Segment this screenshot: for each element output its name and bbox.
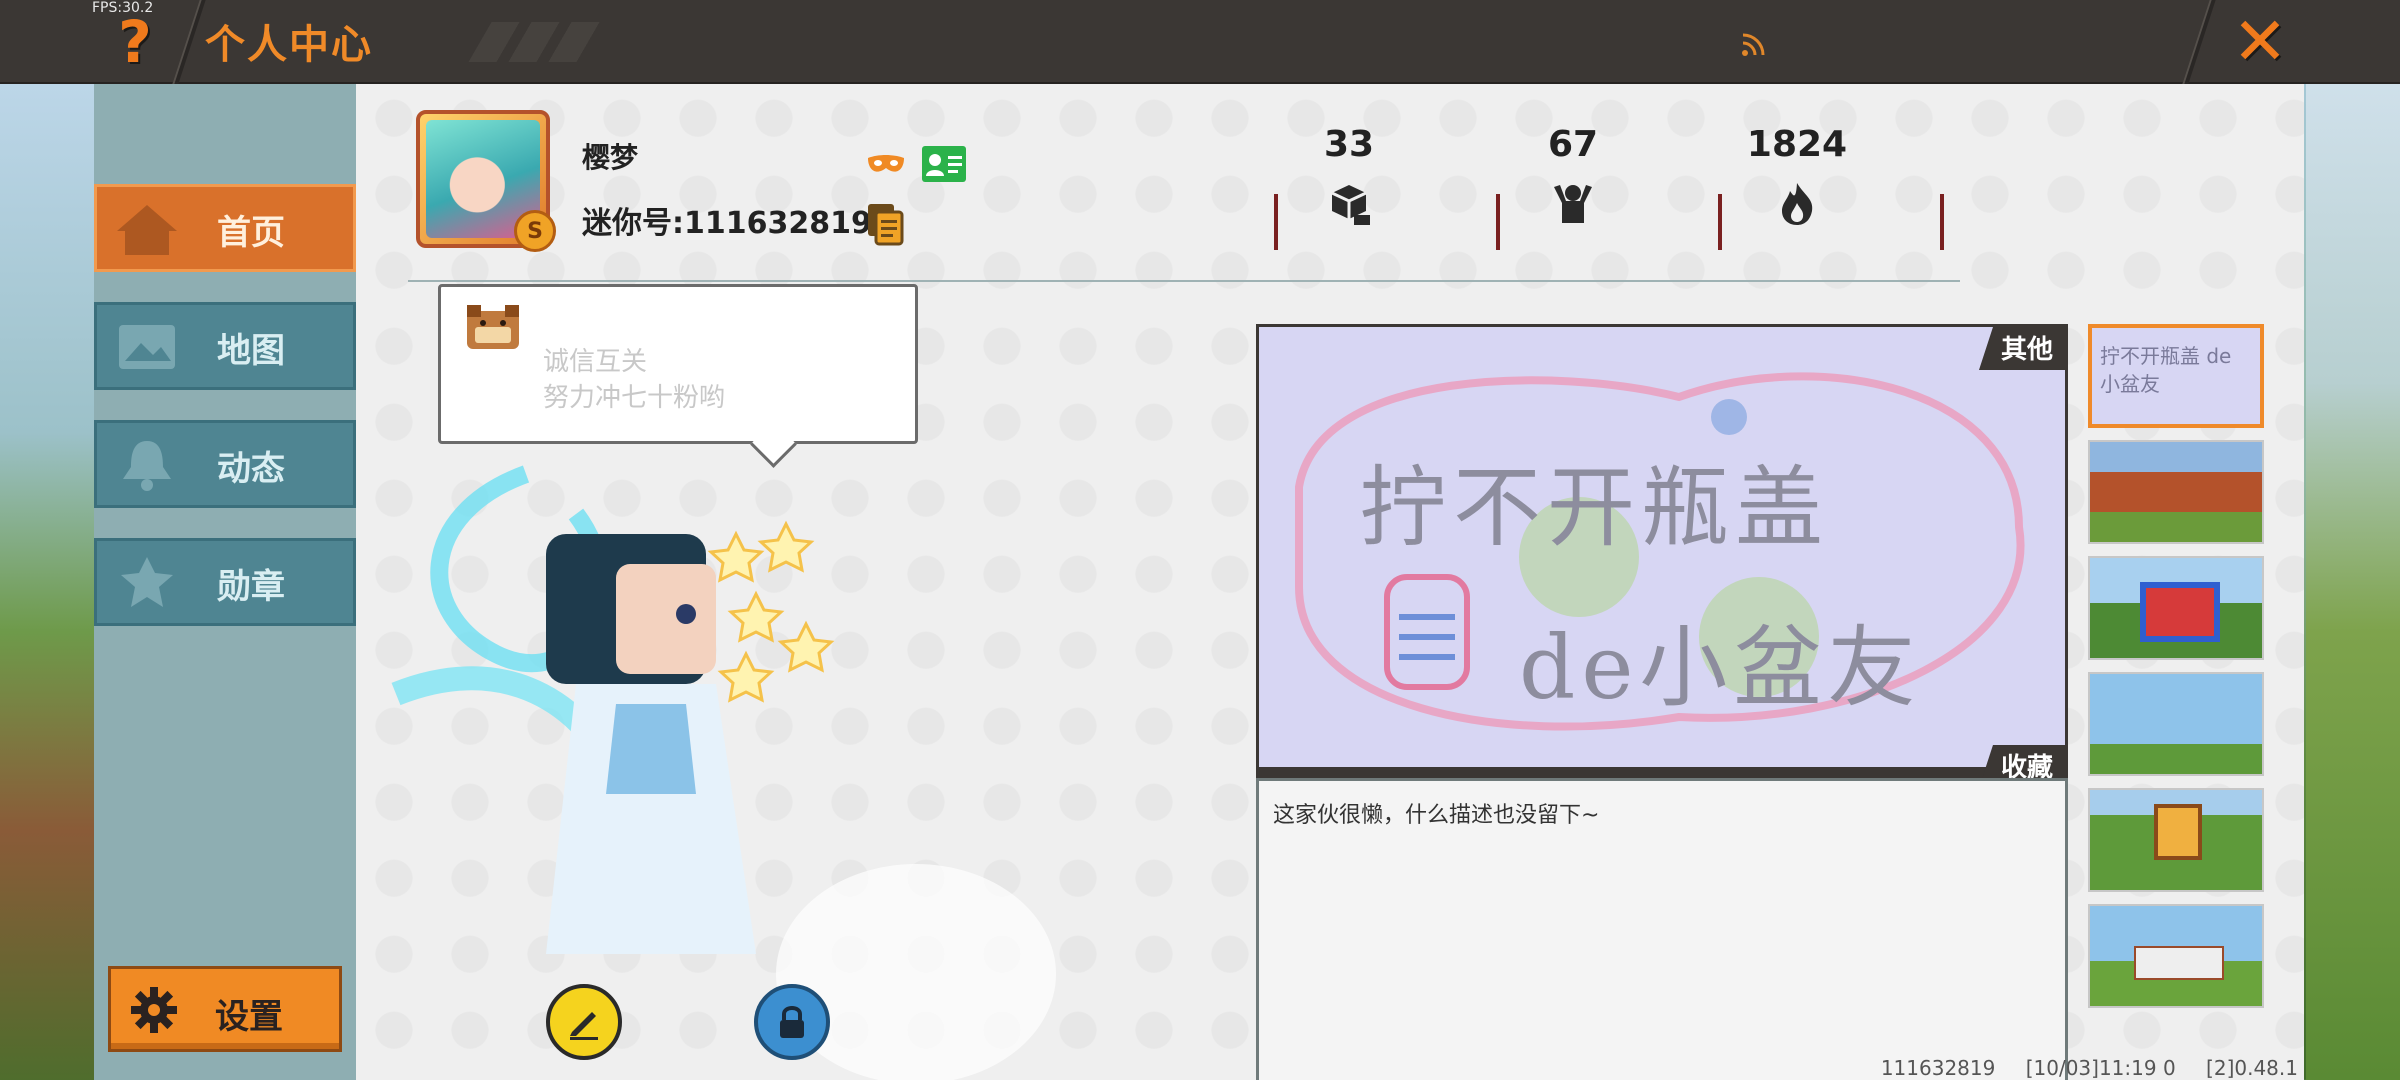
settings-button[interactable]: 设置 [108,966,342,1052]
level-badge: S [514,210,556,252]
signature-line-2: 努力冲七十粉哟 [543,383,726,413]
map-icon [119,325,175,369]
close-icon: ✕ [2232,3,2288,80]
question-icon: ? [118,8,152,76]
lock-button[interactable] [754,984,830,1060]
thumbnail-caption: 拧不开瓶盖 de小盆友 [2100,344,2232,396]
flame-icon [1782,183,1813,225]
mini-id: 迷你号:111632819 [582,206,872,241]
mask-icon[interactable] [866,152,906,178]
thumbnail-item[interactable] [2088,672,2264,776]
showcase-panel[interactable]: 拧不开瓶盖 de小盆友 其他 收藏 [1256,324,2068,788]
stat-value: 1824 [1746,124,1848,165]
thumbnail-item[interactable] [2088,904,2264,1008]
id-card-icon[interactable] [922,146,966,182]
showcase-image: 拧不开瓶盖 de小盆友 [1259,327,2065,767]
stat-value: 33 [1323,124,1375,165]
sidebar-item-home[interactable]: 首页 [94,184,356,272]
character-model[interactable] [376,454,1056,1080]
stat-value: 67 [1547,124,1599,165]
sidebar-item-label: 勋章 [217,567,285,607]
top-bar: FPS:30.2 ? 个人中心 ✕ [0,0,2400,84]
background-scenery-left [0,84,94,1080]
stat-popularity[interactable]: 1824 [1722,124,1872,231]
lock-icon [780,1006,804,1038]
home-icon [117,205,177,255]
gear-icon [131,987,177,1033]
edit-button[interactable] [546,984,622,1060]
footer-uid: 111632819 [1880,1056,1996,1080]
thumbnail-house [2134,946,2224,980]
avatar[interactable]: S [416,110,556,252]
close-button[interactable]: ✕ [2220,6,2300,78]
divider-slash [2182,0,2216,84]
rss-icon[interactable] [1740,32,1766,58]
thumbnail-building [2140,582,2220,642]
medal-icon [121,557,173,607]
stat-maps[interactable]: 33 [1274,124,1424,231]
tag-other: 其他 [1978,327,2065,370]
footer-info: 111632819 [10/03]11:19 0 [2]0.48.1 [1857,1056,2298,1080]
thumbnail-item[interactable]: 拧不开瓶盖 de小盆友 [2088,324,2264,428]
stat-separator [1940,194,1944,250]
sidebar-item-map[interactable]: 地图 [94,302,356,390]
footer-version: [2]0.48.1 [2206,1056,2298,1080]
help-button[interactable]: ? [100,6,170,78]
settings-label: 设置 [215,997,283,1037]
decorative-stripes [468,22,602,62]
block-icon [1331,185,1370,225]
showcase-image-text-1: 拧不开瓶盖 [1359,456,1830,559]
description-box[interactable]: 这家伙很懒，什么描述也没留下~ [1256,778,2068,1080]
sidebar-item-label: 首页 [217,213,285,253]
fans-icon [1554,185,1592,223]
thumbnail-item[interactable] [2088,788,2264,892]
pencil-icon [570,1012,598,1040]
divider-slash [172,0,206,84]
signature-line-1: 诚信互关 [543,347,648,377]
thumbnail-item[interactable] [2088,440,2264,544]
sidebar: 首页 地图 动态 勋章 设置 [94,84,356,1080]
sidebar-item-feed[interactable]: 动态 [94,420,356,508]
main-panel: S 樱梦 迷你号:111632819 33 67 1824 诚信互关 努力冲七十… [356,84,2304,1080]
sidebar-item-label: 地图 [217,331,285,371]
page-title: 个人中心 [205,22,373,68]
background-scenery-right [2306,84,2400,1080]
description-text: 这家伙很懒，什么描述也没留下~ [1273,803,1600,828]
thumbnail-item[interactable] [2088,556,2264,660]
bell-icon [123,441,171,491]
mascot-icon [467,305,519,349]
sidebar-item-label: 动态 [217,449,285,489]
showcase-image-text-2: de小盆友 [1519,616,1922,719]
footer-timestamp: [10/03]11:19 0 [2025,1056,2176,1080]
nickname: 樱梦 [582,141,639,174]
thumbnail-frame [2154,804,2202,860]
signature-bubble[interactable]: 诚信互关 努力冲七十粉哟 [438,284,918,444]
copy-icon[interactable] [866,202,904,246]
sidebar-item-medals[interactable]: 勋章 [94,538,356,626]
stat-fans[interactable]: 67 [1498,124,1648,231]
header-divider [408,280,1960,282]
